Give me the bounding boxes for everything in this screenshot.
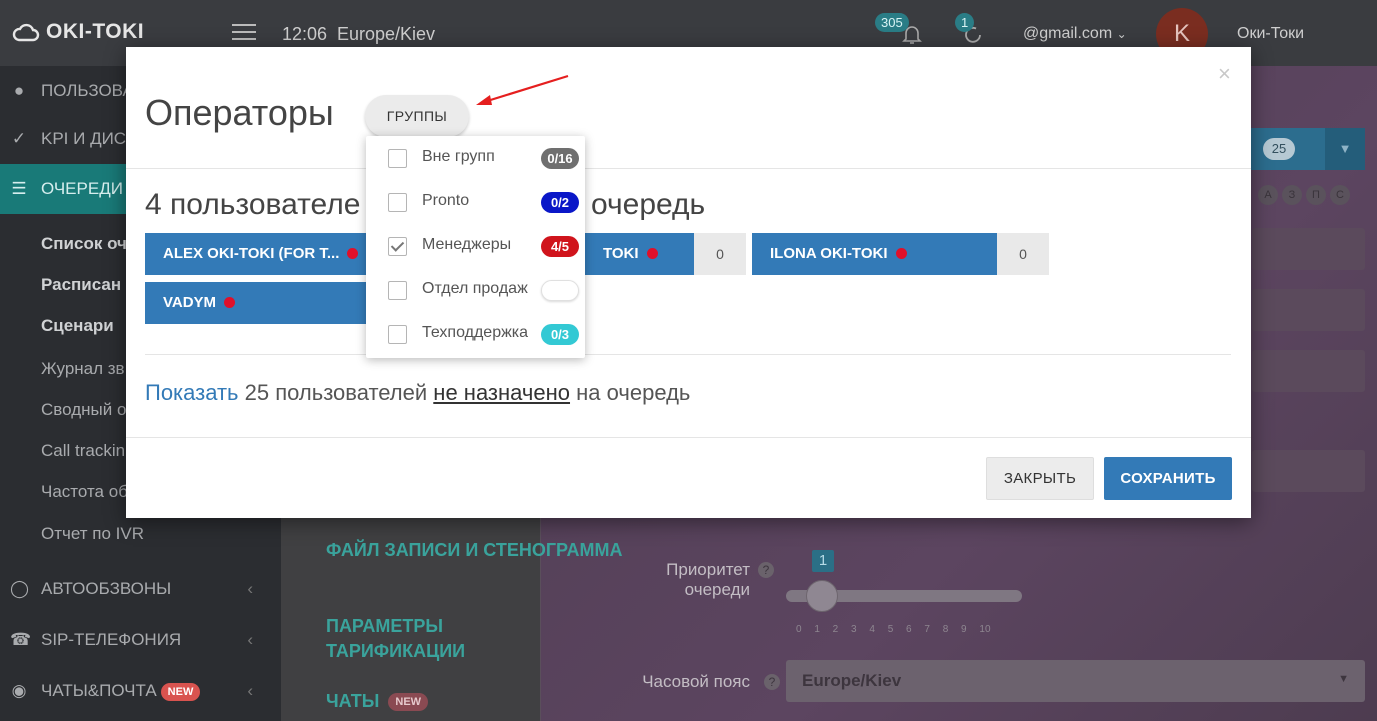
operator-chip[interactable]: ALEX OKI-TOKI (FOR T... (145, 233, 375, 275)
group-option-label: Pronto (422, 192, 470, 209)
group-option-label: Вне групп (422, 148, 495, 165)
operator-name: TOKI (585, 233, 694, 275)
show-unassigned-link[interactable]: Показать (145, 380, 239, 405)
operator-chip[interactable]: VADYM (145, 282, 375, 324)
divider (145, 354, 1231, 355)
group-count-badge: 0/2 (541, 192, 579, 213)
checkbox[interactable] (388, 325, 407, 344)
queue-heading: 4 пользователе очередь (145, 188, 705, 222)
operator-name: ILONA OKI-TOKI (752, 233, 997, 275)
group-option[interactable]: Отдел продаж (366, 268, 585, 312)
checkbox[interactable] (388, 149, 407, 168)
operator-chip[interactable]: ILONA OKI-TOKI 0 (752, 233, 1049, 275)
groups-dropdown: Вне групп 0/16 Pronto 0/2 Менеджеры 4/5 … (366, 136, 585, 358)
operator-name-text: ALEX OKI-TOKI (FOR T... (163, 245, 340, 262)
checkbox[interactable] (388, 193, 407, 212)
operator-name-text: TOKI (603, 245, 639, 262)
unassigned-count-text: 25 пользователей (244, 380, 428, 405)
operator-name: ALEX OKI-TOKI (FOR T... (145, 233, 375, 275)
unassigned-tail-text: на очередь (576, 380, 691, 405)
group-option[interactable]: Техподдержка 0/3 (366, 312, 585, 356)
offline-status-icon (224, 296, 236, 308)
offline-status-icon (646, 247, 658, 259)
operator-name: VADYM (145, 282, 375, 324)
unassigned-users-line: Показать 25 пользователей не назначено н… (145, 380, 690, 406)
unassigned-text: не назначено (433, 380, 571, 405)
group-option[interactable]: Pronto 0/2 (366, 180, 585, 224)
modal-title: Операторы (145, 92, 334, 133)
group-option-label: Менеджеры (422, 236, 512, 253)
group-count-badge: 0/16 (541, 148, 579, 169)
groups-button[interactable]: ГРУППЫ (365, 95, 469, 137)
group-option-label: Отдел продаж (422, 280, 528, 297)
save-button[interactable]: СОХРАНИТЬ (1104, 457, 1232, 500)
offline-status-icon (895, 247, 907, 259)
operator-priority[interactable]: 0 (997, 233, 1049, 275)
group-count-badge: 4/5 (541, 236, 579, 257)
divider (126, 437, 1251, 438)
group-count-badge (541, 280, 579, 301)
queue-heading-left: 4 пользователе (145, 188, 361, 221)
divider (126, 168, 1251, 169)
queue-heading-right: очередь (591, 188, 706, 221)
close-icon[interactable]: × (1218, 61, 1231, 87)
operator-chip[interactable]: TOKI 0 (585, 233, 746, 275)
operators-modal: × Операторы ГРУППЫ 4 пользователе очеред… (126, 47, 1251, 518)
operator-name-text: VADYM (163, 294, 217, 311)
group-count-badge: 0/3 (541, 324, 579, 345)
offline-status-icon (347, 247, 359, 259)
group-option[interactable]: Менеджеры 4/5 (366, 224, 585, 268)
checkbox-checked[interactable] (388, 237, 407, 256)
annotation-arrow-icon (476, 74, 569, 105)
close-button[interactable]: ЗАКРЫТЬ (986, 457, 1094, 500)
operator-priority[interactable]: 0 (694, 233, 746, 275)
operator-name-text: ILONA OKI-TOKI (770, 245, 888, 262)
checkbox[interactable] (388, 281, 407, 300)
group-option-label: Техподдержка (422, 324, 529, 341)
group-option[interactable]: Вне групп 0/16 (366, 136, 585, 180)
